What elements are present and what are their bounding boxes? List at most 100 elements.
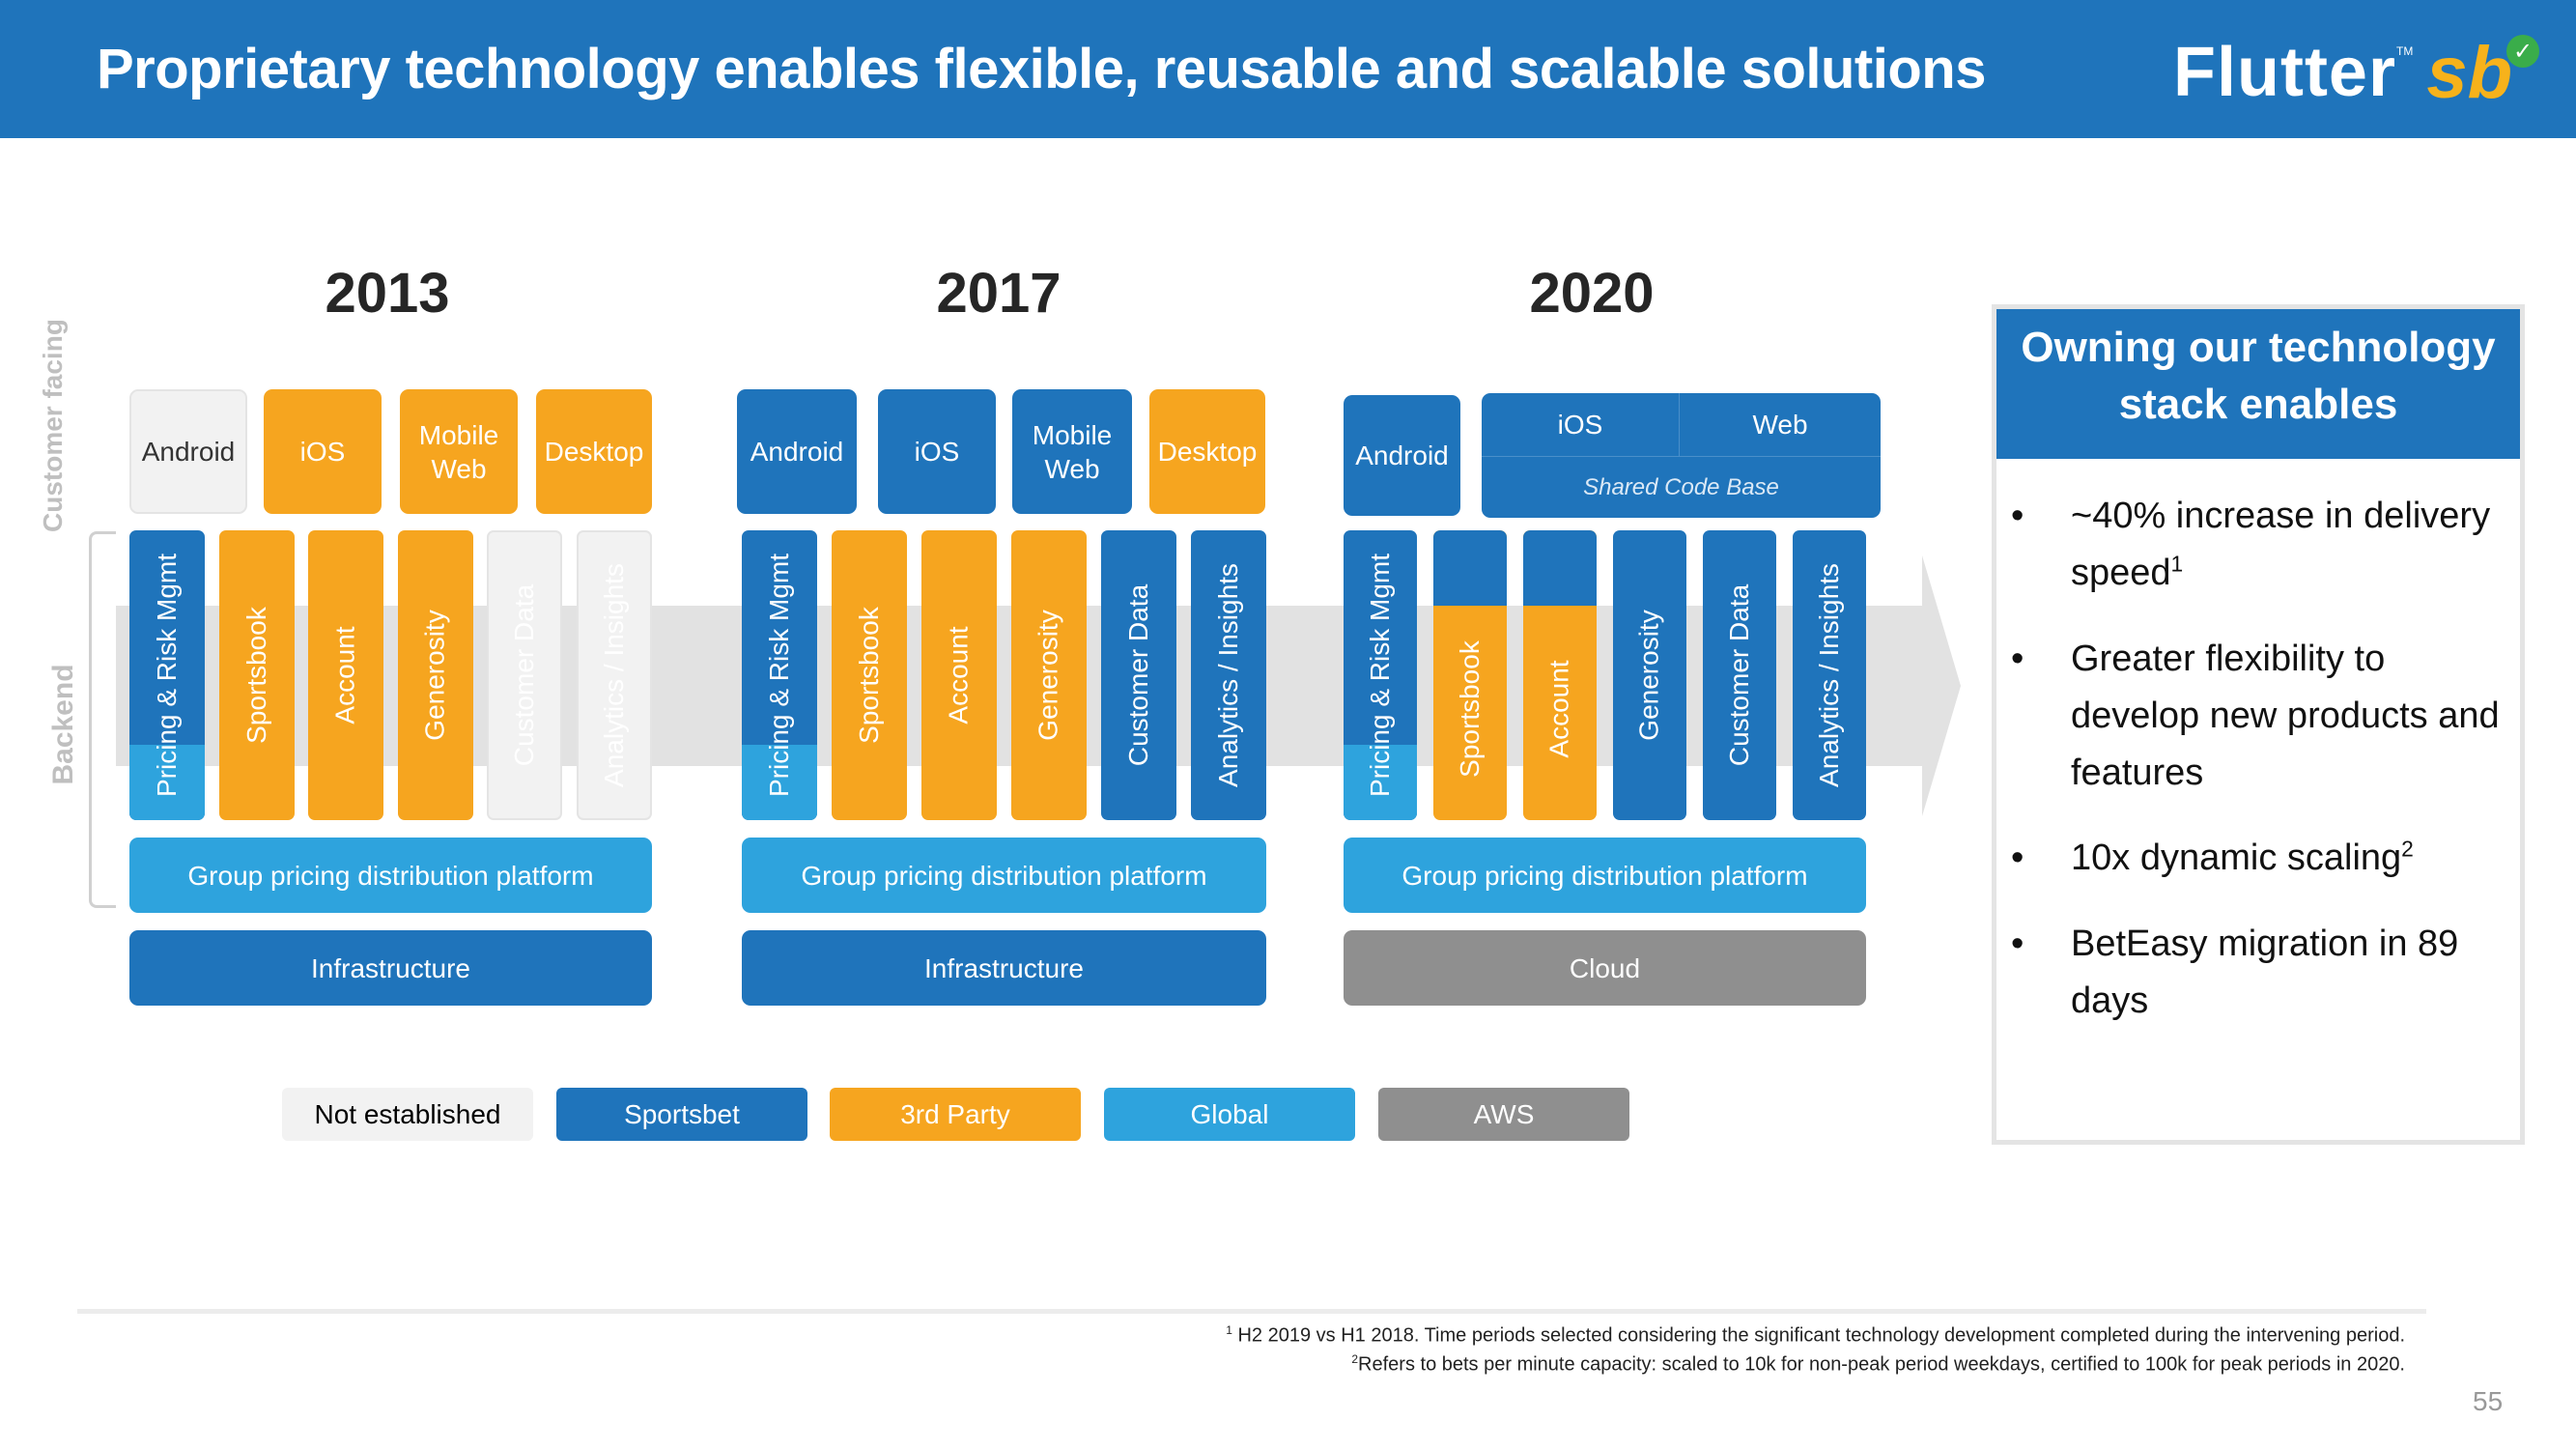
- footnote-2-text: Refers to bets per minute capacity: scal…: [1358, 1353, 2405, 1376]
- benefit-text-main: ~40% increase in delivery speed: [2071, 496, 2491, 593]
- benefit-footnote-marker: 2: [2401, 836, 2414, 862]
- benefit-text: ~40% increase in delivery speed1: [2071, 488, 2501, 602]
- year-heading-2017: 2017: [936, 262, 1062, 325]
- bullet-dot-icon: •: [2011, 838, 2024, 879]
- legend-item-aws: AWS: [1378, 1088, 1629, 1141]
- customer-box-label: Mobile Web: [418, 419, 499, 484]
- base-layer-cloud: Cloud: [1344, 930, 1866, 1006]
- backend-column-label: Generosity: [1033, 610, 1063, 741]
- customer-box-android: Android: [1344, 395, 1460, 516]
- backend-column-pricing-risk-mgmt: Pricing & Risk Mgmt: [129, 530, 205, 820]
- customer-box-label: Android: [141, 437, 236, 467]
- footnote-1-text: H2 2019 vs H1 2018. Time periods selecte…: [1231, 1324, 2405, 1347]
- backend-column-label: Pricing & Risk Mgmt: [764, 553, 795, 798]
- base-layer-infrastructure: Infrastructure: [742, 930, 1266, 1006]
- benefit-text: Greater flexibility to develop new produ…: [2071, 631, 2501, 802]
- benefits-panel: Owning our technology stack enables • ~40…: [1992, 304, 2525, 1145]
- backend-column-label: Analytics / Insights: [1814, 563, 1844, 787]
- backend-column-label: Sportsbook: [241, 607, 272, 744]
- backend-column-label: Customer Data: [1123, 583, 1154, 767]
- backend-column-label: Generosity: [420, 610, 450, 741]
- backend-column-account: Account: [921, 530, 997, 820]
- customer-box-label: Desktop: [1157, 437, 1258, 467]
- backend-column-analytics-insights: Analytics / Insights: [1191, 530, 1266, 820]
- customer-facing-text: Customer facing: [38, 319, 68, 532]
- backend-label: Backend: [47, 647, 87, 802]
- benefit-text-main: 10x dynamic scaling: [2071, 838, 2402, 879]
- bullet-dot-icon: •: [2011, 923, 2024, 965]
- legend-item-label: AWS: [1473, 1099, 1535, 1129]
- backend-column-generosity: Generosity: [1613, 530, 1686, 820]
- backend-column-generosity: Generosity: [398, 530, 473, 820]
- shared-ios-box: iOS: [1482, 393, 1680, 457]
- legend-item-label: 3rd Party: [900, 1099, 1010, 1129]
- benefit-text: 10x dynamic scaling2: [2071, 830, 2414, 887]
- base-layer-label: Cloud: [1569, 952, 1641, 983]
- footnote-2: 2Refers to bets per minute capacity: sca…: [1351, 1352, 2405, 1377]
- legend-item-label: Sportsbet: [624, 1099, 740, 1129]
- customer-facing-label: Customer facing: [38, 319, 106, 532]
- customer-box-mobile-web: Mobile Web: [1012, 389, 1132, 514]
- legend-item-3rd-party: 3rd Party: [830, 1088, 1081, 1141]
- flutter-sb-logo: Flutter TM sb ✓: [2173, 32, 2545, 114]
- shared-code-base-caption: Shared Code Base: [1583, 473, 1779, 500]
- check-icon: ✓: [2506, 35, 2540, 68]
- backend-column-sportsbook: Sportsbook: [1433, 530, 1507, 820]
- benefit-bullet: • 10x dynamic scaling2: [2011, 830, 2501, 887]
- backend-column-label: Account: [944, 626, 975, 724]
- backend-column-label: Account: [1544, 660, 1575, 758]
- shared-web-box: Web: [1680, 393, 1881, 457]
- platform-label: Group pricing distribution platform: [187, 860, 594, 891]
- backend-column-pricing-risk-mgmt: Pricing & Risk Mgmt: [742, 530, 817, 820]
- backend-column-customer-data: Customer Data: [1703, 530, 1776, 820]
- group-pricing-platform-box: Group pricing distribution platform: [742, 838, 1266, 913]
- backend-column-label: Pricing & Risk Mgmt: [152, 553, 183, 798]
- backend-bracket: [89, 531, 116, 908]
- legend-item-label: Not established: [314, 1099, 501, 1129]
- footer-divider: [77, 1309, 2426, 1314]
- customer-box-desktop: Desktop: [1149, 389, 1265, 514]
- customer-box-ios: iOS: [878, 389, 996, 514]
- backend-column-analytics-insights: Analytics / Insights: [577, 530, 652, 820]
- base-layer-infrastructure: Infrastructure: [129, 930, 652, 1006]
- benefit-text: BetEasy migration in 89 days: [2071, 916, 2501, 1030]
- backend-text: Backend: [47, 664, 79, 785]
- backend-column-account: Account: [308, 530, 383, 820]
- benefits-list: • ~40% increase in delivery speed1 • Greate…: [1996, 459, 2520, 1030]
- customer-box-android: Android: [129, 389, 247, 514]
- backend-column-label: Sportsbook: [854, 607, 885, 744]
- customer-box-label: iOS: [914, 437, 960, 467]
- backend-column-sportsbook: Sportsbook: [219, 530, 295, 820]
- page-number: 55: [2473, 1386, 2504, 1416]
- customer-box-ios: iOS: [264, 389, 382, 514]
- backend-column-sportsbook: Sportsbook: [832, 530, 907, 820]
- customer-box-label: Mobile Web: [1032, 419, 1113, 484]
- benefit-text-main: Greater flexibility to develop new produ…: [2071, 638, 2500, 793]
- legend-item-label: Global: [1190, 1099, 1269, 1129]
- backend-column-label: Analytics / Insights: [1213, 563, 1243, 787]
- shared-code-base-box: iOS Web Shared Code Base: [1482, 393, 1881, 518]
- logo-sub-brand: sb: [2426, 31, 2513, 114]
- backend-column-generosity: Generosity: [1011, 530, 1087, 820]
- logo-brand: Flutter: [2173, 34, 2396, 111]
- legend-item-global: Global: [1104, 1088, 1355, 1141]
- panel-title-text: Owning our technology stack enables: [2021, 324, 2496, 429]
- backend-column-pricing-risk-mgmt: Pricing & Risk Mgmt: [1344, 530, 1417, 820]
- customer-box-label: Android: [1355, 440, 1449, 470]
- backend-column-label: Customer Data: [509, 583, 540, 767]
- logo-trademark: TM: [2395, 44, 2414, 58]
- customer-box-android: Android: [737, 389, 857, 514]
- bullet-dot-icon: •: [2011, 638, 2024, 679]
- year-heading-2013: 2013: [325, 262, 450, 325]
- backend-column-label: Customer Data: [1724, 583, 1755, 767]
- bullet-dot-icon: •: [2011, 496, 2024, 536]
- benefits-panel-title: Owning our technology stack enables: [1996, 309, 2520, 459]
- group-pricing-platform-box: Group pricing distribution platform: [129, 838, 652, 913]
- base-layer-label: Infrastructure: [311, 952, 470, 983]
- backend-column-sportsbet-segment: [1523, 530, 1597, 606]
- group-pricing-platform-box: Group pricing distribution platform: [1344, 838, 1866, 913]
- backend-column-customer-data: Customer Data: [487, 530, 562, 820]
- footnote-1-marker: 1: [1226, 1323, 1232, 1337]
- backend-column-sportsbet-segment: [1433, 530, 1507, 606]
- platform-label: Group pricing distribution platform: [1401, 860, 1808, 891]
